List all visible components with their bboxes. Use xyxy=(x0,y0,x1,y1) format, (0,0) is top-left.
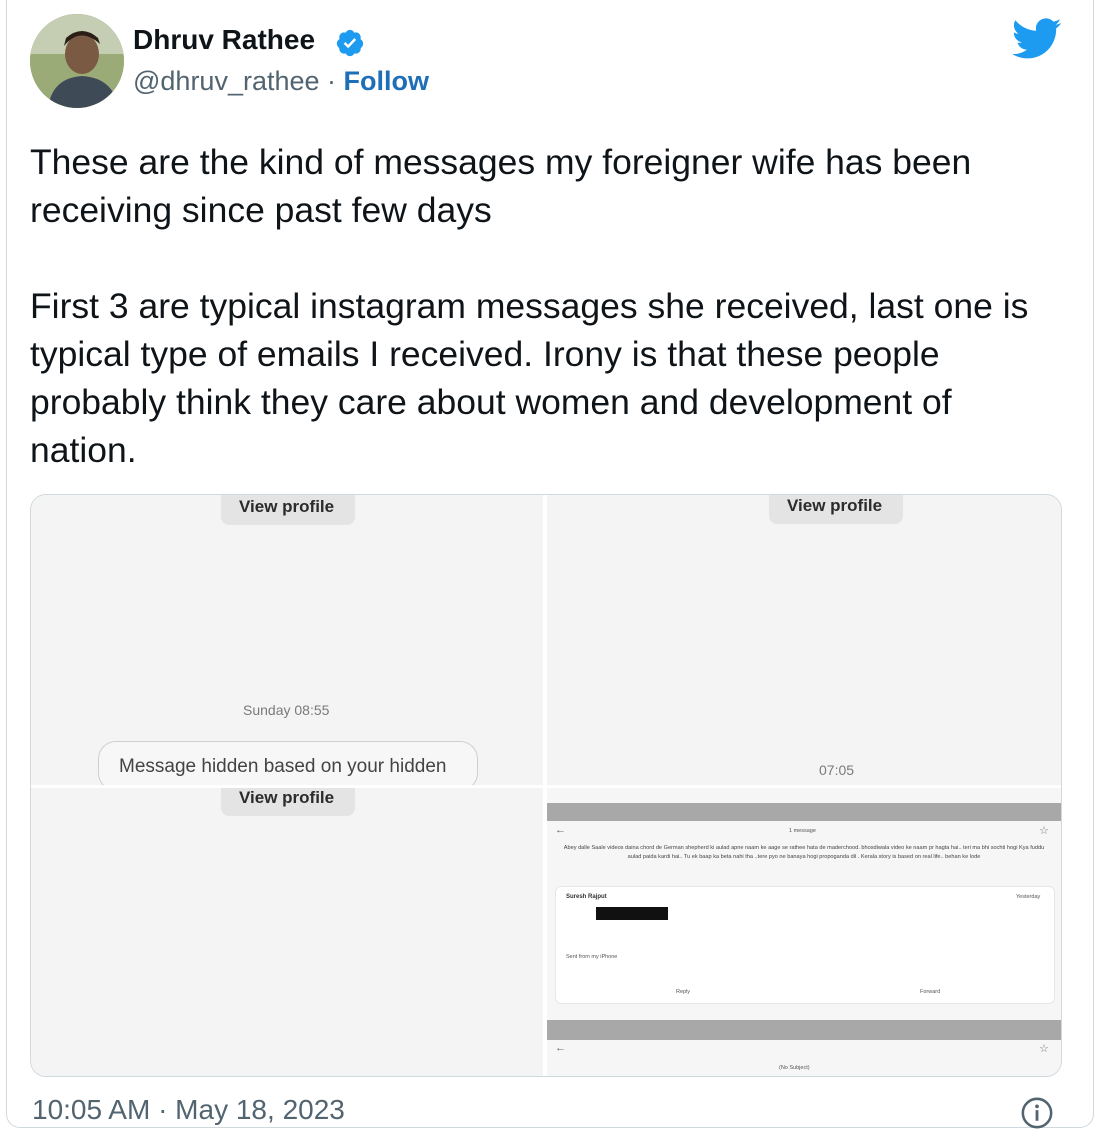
view-profile-button: View profile xyxy=(221,788,355,816)
handle-line: @dhruv_rathee · Follow xyxy=(133,66,429,97)
media-image-4[interactable]: ← 1 message ☆ Abey dalle Saale videos da… xyxy=(547,788,1061,1076)
email-sender: Suresh Rajput xyxy=(566,894,607,900)
hidden-message-bubble: Message hidden based on your hidden xyxy=(98,741,478,785)
media-image-3[interactable]: View profile xyxy=(31,788,543,1076)
email-time: Yesterday xyxy=(1016,894,1041,900)
email-header-bar xyxy=(547,803,1061,821)
email-signature: Sent from my iPhone xyxy=(566,954,618,960)
separator-dot: · xyxy=(319,66,344,96)
media-grid[interactable]: View profile Sunday 08:55 Message hidden… xyxy=(30,494,1062,1077)
back-arrow-icon: ← xyxy=(555,824,566,836)
email-subject: (No Subject) xyxy=(779,1065,810,1071)
tweet-timestamp[interactable]: 10:05 AM · May 18, 2023 xyxy=(32,1094,345,1126)
avatar-image xyxy=(30,14,124,108)
reply-label: Reply xyxy=(676,989,691,995)
email-message-card: Suresh Rajput Yesterday Sent from my iPh… xyxy=(555,886,1055,1004)
thread-count: 1 message xyxy=(789,828,816,834)
verified-badge-icon xyxy=(336,29,364,57)
tweet-text: These are the kind of messages my foreig… xyxy=(30,138,1060,474)
follow-button[interactable]: Follow xyxy=(344,66,429,96)
email-header-bar-2 xyxy=(547,1020,1061,1040)
email-body-text: Abey dalle Saale videos daina chord de G… xyxy=(563,845,1045,860)
twitter-bird-icon[interactable] xyxy=(1012,18,1062,60)
media-image-2[interactable]: View profile 07:05 xyxy=(547,495,1061,785)
tweet-paragraph-1: These are the kind of messages my foreig… xyxy=(30,142,972,230)
author-name[interactable]: Dhruv Rathee xyxy=(133,24,315,56)
back-arrow-icon: ← xyxy=(555,1042,566,1054)
redacted-address xyxy=(596,907,668,920)
message-timestamp: 07:05 xyxy=(819,762,855,778)
star-icon: ☆ xyxy=(1039,1043,1049,1055)
view-profile-button: View profile xyxy=(221,495,355,525)
message-timestamp: Sunday 08:55 xyxy=(243,702,330,718)
star-icon: ☆ xyxy=(1039,825,1049,837)
forward-label: Forward xyxy=(920,989,941,995)
media-image-1[interactable]: View profile Sunday 08:55 Message hidden… xyxy=(31,495,543,785)
author-avatar[interactable] xyxy=(30,14,124,108)
tweet-paragraph-2: First 3 are typical instagram messages s… xyxy=(30,286,1029,470)
view-profile-button: View profile xyxy=(769,495,903,524)
info-icon[interactable] xyxy=(1020,1096,1054,1130)
author-handle[interactable]: @dhruv_rathee xyxy=(133,66,320,96)
